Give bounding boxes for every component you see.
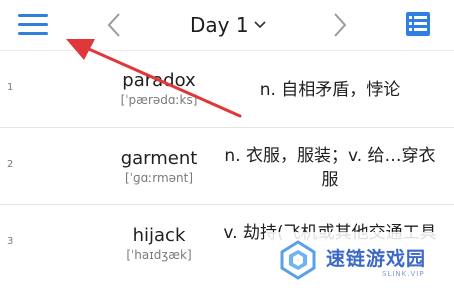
hamburger-menu-icon[interactable] bbox=[18, 12, 48, 36]
chevron-left-icon[interactable] bbox=[104, 12, 124, 38]
chevron-right-icon[interactable] bbox=[330, 12, 350, 38]
watermark-title: 速链游戏园 bbox=[326, 248, 427, 270]
definition-text: n. 衣服，服装；v. 给…穿衣服 bbox=[224, 146, 436, 190]
row-number: 2 bbox=[7, 159, 14, 170]
watermark-subtitle: SLINK.VIP bbox=[382, 270, 425, 278]
top-bar: Day 1 bbox=[0, 0, 454, 51]
phonetic-text: [ˈhaɪdʒæk] bbox=[126, 248, 192, 262]
day-selector[interactable]: Day 1 bbox=[190, 11, 267, 39]
word-row[interactable]: 2 garment [ˈɡɑːrmənt] n. 衣服，服装；v. 给…穿衣服 bbox=[0, 128, 454, 205]
definition-text: n. 自相矛盾，悖论 bbox=[259, 80, 401, 100]
watermark-logo-icon bbox=[278, 240, 318, 280]
list-view-icon[interactable] bbox=[404, 11, 432, 37]
watermark: 速链游戏园 SLINK.VIP bbox=[266, 232, 454, 290]
row-number: 3 bbox=[7, 236, 14, 247]
chevron-down-icon bbox=[253, 20, 267, 30]
row-number: 1 bbox=[7, 82, 14, 93]
word-row[interactable]: 1 paradox [ˈpærədɑːks] n. 自相矛盾，悖论 bbox=[0, 51, 454, 128]
day-label: Day 1 bbox=[190, 13, 249, 37]
